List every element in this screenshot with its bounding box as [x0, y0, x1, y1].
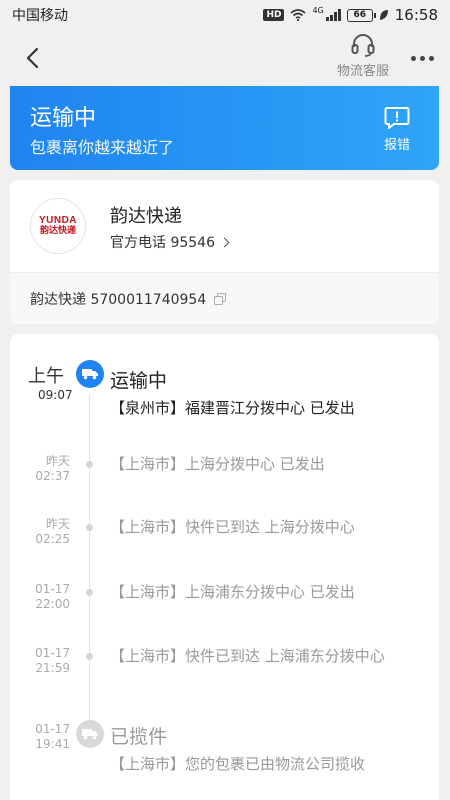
- more-dot: [419, 55, 425, 61]
- timeline-message: 【上海市】您的包裹已由物流公司揽收: [110, 755, 366, 773]
- clock: 16:58: [394, 6, 438, 24]
- timeline-time: 01-17 22:00: [18, 582, 70, 612]
- timeline-date: 01-17: [35, 646, 70, 660]
- timeline-dot: [86, 524, 93, 531]
- tracking-number: 韵达快递 5700011740954: [30, 291, 207, 308]
- copy-icon[interactable]: [214, 292, 227, 305]
- timeline-time: 上午 09:07: [28, 366, 80, 403]
- timeline-clock: 02:25: [35, 532, 70, 546]
- tracking-timeline: 上午 09:07 运输中 【泉州市】福建晋江分拨中心 已发出 昨天 02:37 …: [10, 334, 439, 800]
- timeline-date: 01-17: [35, 722, 70, 736]
- status-banner: 运输中 包裹离你越来越近了 报错: [10, 86, 439, 170]
- more-dot: [428, 55, 434, 61]
- chevron-left-icon: [26, 47, 39, 69]
- courier-phone-label: 官方电话 95546: [110, 235, 215, 251]
- shipment-status-subtitle: 包裹离你越来越近了: [30, 138, 175, 157]
- battery-level: 66: [353, 10, 367, 20]
- timeline-message: 【上海市】上海浦东分拨中心 已发出: [110, 583, 355, 601]
- pickup-status-node: [76, 720, 104, 748]
- current-status-node: [76, 360, 104, 388]
- timeline-line: [89, 394, 90, 734]
- report-error-label: 报错: [383, 138, 410, 153]
- tracking-number-row[interactable]: 韵达快递 5700011740954: [10, 273, 439, 324]
- truck-icon: [82, 729, 98, 740]
- courier-logo: YUNDA 韵达快递: [30, 198, 86, 254]
- timeline-clock: 02:37: [35, 469, 70, 483]
- leaf-icon: [379, 10, 388, 20]
- courier-phone-link[interactable]: 官方电话 95546: [110, 232, 230, 252]
- timeline-status: 已揽件: [110, 726, 168, 748]
- timeline-dot: [86, 589, 93, 596]
- timeline-date: 昨天: [45, 517, 70, 531]
- timeline-clock: 19:41: [35, 737, 70, 751]
- back-button[interactable]: [18, 44, 46, 72]
- headset-icon: [351, 34, 375, 57]
- timeline-message: 【泉州市】福建晋江分拨中心 已发出: [110, 399, 355, 417]
- timeline-time: 01-17 19:41: [18, 722, 70, 752]
- carrier-label: 中国移动: [12, 8, 68, 24]
- timeline-time: 昨天 02:25: [18, 517, 70, 547]
- timeline-date: 01-17: [35, 582, 70, 596]
- wifi-icon: [290, 9, 306, 21]
- report-icon: [384, 107, 410, 129]
- logo-text-en: YUNDA: [38, 214, 78, 226]
- customer-service-button[interactable]: 物流客服: [330, 32, 396, 82]
- network-type-label: 4G: [312, 6, 324, 15]
- report-error-button[interactable]: 报错: [377, 106, 417, 156]
- timeline-message: 【上海市】快件已到达 上海分拨中心: [110, 518, 355, 536]
- status-bar: 中国移动 HD 4G 66 16:58: [0, 0, 450, 30]
- customer-service-label: 物流客服: [336, 64, 389, 79]
- battery-icon: 66: [346, 8, 376, 22]
- courier-card: YUNDA 韵达快递 韵达快递 官方电话 95546 韵达快递 57000117…: [10, 180, 439, 324]
- timeline-time: 昨天 02:37: [18, 454, 70, 484]
- more-dot: [410, 55, 416, 61]
- status-icons: HD 4G 66 16:58: [263, 6, 438, 24]
- signal-icon: [325, 9, 341, 21]
- hd-badge: HD: [263, 9, 285, 21]
- timeline-dot: [86, 653, 93, 660]
- courier-name: 韵达快递: [110, 206, 182, 227]
- timeline-date: 昨天: [45, 454, 70, 468]
- logo-text-cn: 韵达快递: [39, 225, 76, 236]
- chevron-right-icon: [219, 237, 230, 247]
- timeline-time: 01-17 21:59: [18, 646, 70, 676]
- timeline-clock: 09:07: [38, 388, 73, 402]
- shipment-status-title: 运输中: [30, 106, 97, 131]
- timeline-clock: 22:00: [35, 597, 70, 611]
- timeline-clock: 21:59: [35, 661, 70, 675]
- truck-icon: [82, 369, 98, 380]
- timeline-dot: [86, 461, 93, 468]
- timeline-status: 运输中: [110, 370, 168, 392]
- timeline-message: 【上海市】快件已到达 上海浦东分拨中心: [110, 647, 385, 665]
- more-button[interactable]: [405, 44, 439, 72]
- timeline-date: 上午: [28, 366, 64, 387]
- top-nav-bar: 物流客服: [0, 30, 450, 86]
- timeline-message: 【上海市】上海分拨中心 已发出: [110, 455, 325, 473]
